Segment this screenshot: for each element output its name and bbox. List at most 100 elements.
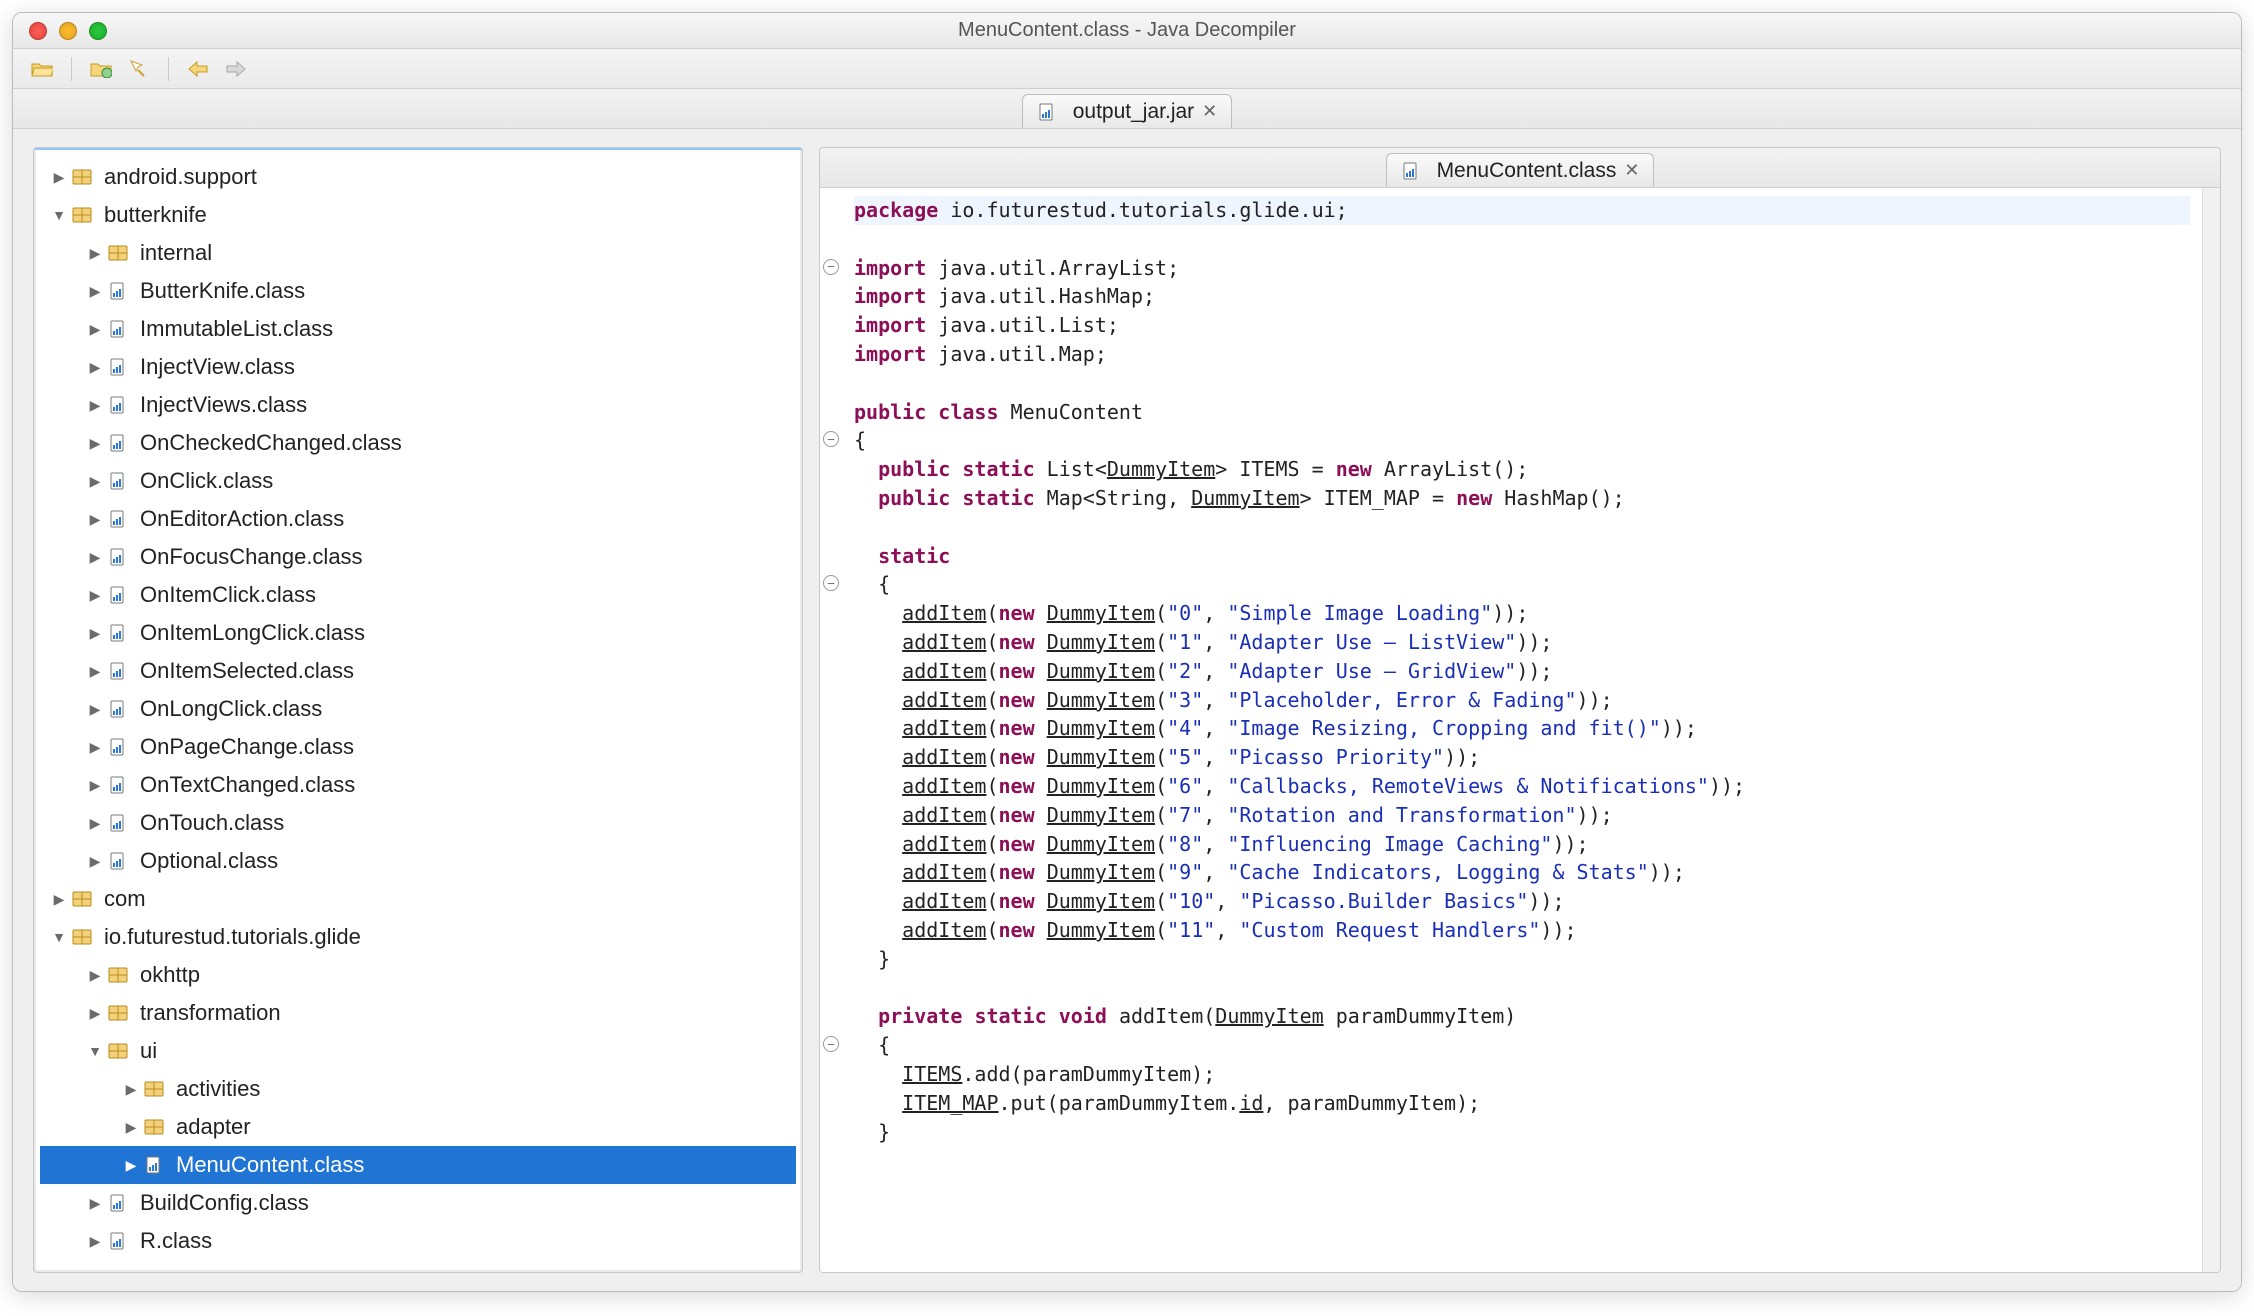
tree-item[interactable]: ▶okhttp [40, 956, 796, 994]
package-icon [70, 205, 94, 225]
nav-back-button[interactable] [185, 56, 211, 82]
close-tab-icon[interactable]: ✕ [1202, 101, 1217, 122]
class-file-icon [106, 319, 130, 339]
tree-item[interactable]: ▶OnItemLongClick.class [40, 614, 796, 652]
tree-item[interactable]: ▶ com [40, 880, 796, 918]
package-tree[interactable]: ▶android.support▼butterknife▶internal▶Bu… [34, 148, 802, 1272]
source-code-view[interactable]: package io.futurestud.tutorials.glide.ui… [842, 188, 2202, 1272]
expand-toggle-icon[interactable]: ▶ [86, 1005, 104, 1022]
tree-item-label: internal [136, 240, 212, 266]
expand-toggle-icon[interactable]: ▶ [86, 701, 104, 718]
expand-toggle-icon[interactable]: ▼ [50, 207, 68, 223]
tree-item[interactable]: ▶ Optional.class [40, 842, 796, 880]
expand-toggle-icon[interactable]: ▶ [86, 511, 104, 528]
expand-toggle-icon[interactable]: ▶ [86, 1233, 104, 1250]
open-type-button[interactable] [88, 56, 114, 82]
tree-item[interactable]: ▼ butterknife [40, 196, 796, 234]
expand-toggle-icon[interactable]: ▶ [122, 1119, 140, 1136]
tree-item[interactable]: ▶OnEditorAction.class [40, 500, 796, 538]
tree-item[interactable]: ▶ ButterKnife.class [40, 272, 796, 310]
expand-toggle-icon[interactable]: ▶ [86, 435, 104, 452]
tree-item-label: com [100, 886, 146, 912]
expand-toggle-icon[interactable]: ▶ [86, 321, 104, 338]
toolbar-separator [168, 57, 169, 81]
jar-file-icon [1035, 102, 1059, 122]
expand-toggle-icon[interactable]: ▶ [86, 245, 104, 262]
package-icon [70, 167, 94, 187]
class-file-icon [106, 471, 130, 491]
tree-item-label: MenuContent.class [172, 1152, 364, 1178]
expand-toggle-icon[interactable]: ▼ [86, 1043, 104, 1059]
tree-item[interactable]: ▶InjectView.class [40, 348, 796, 386]
tree-item[interactable]: ▶OnCheckedChanged.class [40, 424, 796, 462]
expand-toggle-icon[interactable]: ▶ [122, 1081, 140, 1098]
editor-tab[interactable]: MenuContent.class ✕ [1386, 153, 1655, 187]
tree-item[interactable]: ▶ImmutableList.class [40, 310, 796, 348]
app-window: MenuContent.class - Java Decompiler outp… [12, 12, 2242, 1292]
tree-item[interactable]: ▶R.class [40, 1222, 796, 1260]
tree-item-label: ButterKnife.class [136, 278, 305, 304]
class-file-icon [106, 661, 130, 681]
class-file-icon [106, 699, 130, 719]
tree-item[interactable]: ▶activities [40, 1070, 796, 1108]
tree-item-label: io.futurestud.tutorials.glide [100, 924, 361, 950]
class-file-icon [106, 433, 130, 453]
nav-forward-button[interactable] [223, 56, 249, 82]
vertical-scrollbar[interactable] [2202, 188, 2220, 1272]
fold-toggle-icon[interactable]: − [823, 259, 839, 275]
expand-toggle-icon[interactable]: ▶ [86, 777, 104, 794]
class-file-icon [142, 1155, 166, 1175]
class-file-icon [106, 737, 130, 757]
expand-toggle-icon[interactable]: ▶ [86, 359, 104, 376]
expand-toggle-icon[interactable]: ▶ [86, 815, 104, 832]
tree-item[interactable]: ▶OnItemSelected.class [40, 652, 796, 690]
tree-item[interactable]: ▶OnLongClick.class [40, 690, 796, 728]
expand-toggle-icon[interactable]: ▶ [86, 473, 104, 490]
tree-item[interactable]: ▶OnClick.class [40, 462, 796, 500]
tree-item-label: Optional.class [136, 848, 278, 874]
expand-toggle-icon[interactable]: ▶ [86, 283, 104, 300]
expand-toggle-icon[interactable]: ▶ [86, 397, 104, 414]
tree-item-label: butterknife [100, 202, 207, 228]
tree-item[interactable]: ▶adapter [40, 1108, 796, 1146]
expand-toggle-icon[interactable]: ▶ [86, 625, 104, 642]
expand-toggle-icon[interactable]: ▶ [86, 853, 104, 870]
expand-toggle-icon[interactable]: ▶ [86, 1195, 104, 1212]
expand-toggle-icon[interactable]: ▶ [86, 587, 104, 604]
fold-toggle-icon[interactable]: − [823, 1036, 839, 1052]
fold-toggle-icon[interactable]: − [823, 575, 839, 591]
tree-item[interactable]: ▼ io.futurestud.tutorials.glide [40, 918, 796, 956]
tree-item[interactable]: ▼ui [40, 1032, 796, 1070]
open-file-button[interactable] [29, 56, 55, 82]
class-file-icon [106, 813, 130, 833]
tree-item[interactable]: ▶OnTouch.class [40, 804, 796, 842]
tree-item[interactable]: ▶InjectViews.class [40, 386, 796, 424]
expand-toggle-icon[interactable]: ▶ [50, 169, 68, 186]
tree-item[interactable]: ▶OnPageChange.class [40, 728, 796, 766]
expand-toggle-icon[interactable]: ▼ [50, 929, 68, 945]
expand-toggle-icon[interactable]: ▶ [86, 739, 104, 756]
tree-item[interactable]: ▶BuildConfig.class [40, 1184, 796, 1222]
tree-item[interactable]: ▶OnItemClick.class [40, 576, 796, 614]
close-editor-tab-icon[interactable]: ✕ [1624, 160, 1639, 181]
search-button[interactable] [126, 56, 152, 82]
expand-toggle-icon[interactable]: ▶ [86, 549, 104, 566]
expand-toggle-icon[interactable]: ▶ [86, 663, 104, 680]
tree-item[interactable]: ▶ transformation [40, 994, 796, 1032]
fold-toggle-icon[interactable]: − [823, 431, 839, 447]
tree-item-label: OnTextChanged.class [136, 772, 355, 798]
class-file-icon [106, 775, 130, 795]
toolbar [13, 49, 2241, 89]
tree-item[interactable]: ▶ MenuContent.class [40, 1146, 796, 1184]
expand-toggle-icon[interactable]: ▶ [122, 1157, 140, 1174]
tree-item[interactable]: ▶ OnTextChanged.class [40, 766, 796, 804]
tree-item-label: transformation [136, 1000, 281, 1026]
tree-item[interactable]: ▶android.support [40, 158, 796, 196]
tree-item[interactable]: ▶ internal [40, 234, 796, 272]
expand-toggle-icon[interactable]: ▶ [50, 891, 68, 908]
fold-gutter[interactable]: − − − − [820, 188, 842, 1272]
tree-item[interactable]: ▶ OnFocusChange.class [40, 538, 796, 576]
archive-tab[interactable]: output_jar.jar ✕ [1022, 94, 1233, 128]
tree-item-label: OnFocusChange.class [136, 544, 363, 570]
expand-toggle-icon[interactable]: ▶ [86, 967, 104, 984]
